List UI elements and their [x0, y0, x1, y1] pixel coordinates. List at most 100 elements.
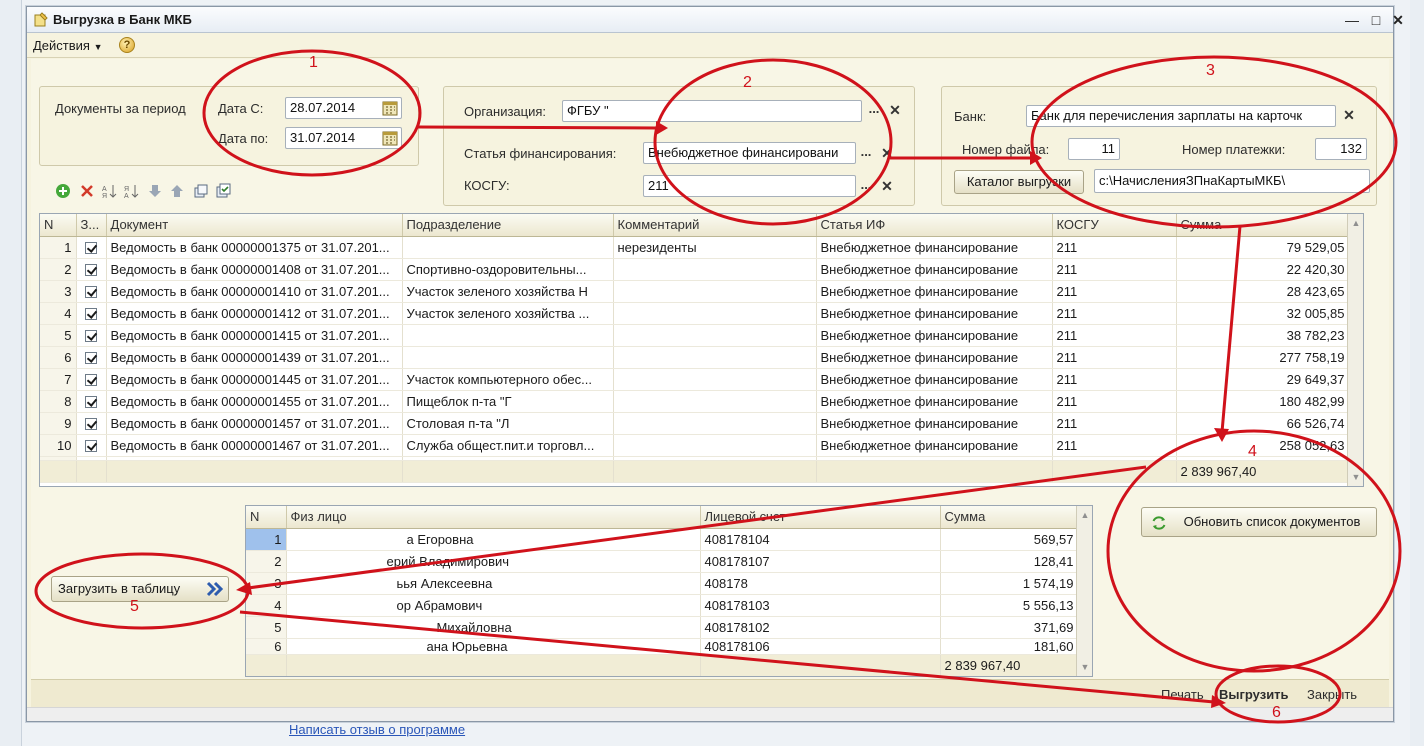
copy-icon[interactable]	[193, 183, 209, 199]
refresh-documents-button[interactable]: Обновить список документов	[1141, 507, 1377, 537]
column-header[interactable]: Документ	[106, 214, 403, 237]
table-row[interactable]: 7 Ведомость в банк 00000001445 от 31.07.2…	[40, 368, 1350, 391]
organization-field[interactable]: ФГБУ "	[562, 100, 862, 122]
scroll-up-icon[interactable]: ▲	[1080, 510, 1090, 520]
row-checkbox[interactable]	[76, 346, 107, 369]
row-number: 6	[246, 638, 287, 655]
maximize-icon[interactable]: □	[1365, 10, 1387, 30]
calendar-icon[interactable]	[381, 99, 399, 117]
documents-scrollbar[interactable]: ▲ ▼	[1347, 214, 1363, 486]
table-row[interactable]: 3 ьья Алексеевна 408178 1 574,19	[246, 572, 1079, 595]
column-header[interactable]: Комментарий	[613, 214, 817, 237]
checkbox-checked-icon[interactable]	[85, 264, 97, 277]
export-button[interactable]: Выгрузить	[1219, 687, 1289, 702]
column-header[interactable]: N	[246, 506, 287, 529]
row-checkbox[interactable]	[76, 324, 107, 347]
row-checkbox[interactable]	[76, 280, 107, 303]
column-header[interactable]: N	[40, 214, 77, 237]
column-header[interactable]: Физ лицо	[286, 506, 701, 529]
bank-field[interactable]: Банк для перечисления зарплаты на карточ…	[1026, 105, 1336, 127]
checkbox-checked-icon[interactable]	[85, 374, 97, 387]
row-checkbox[interactable]	[76, 236, 107, 259]
payment-number-field[interactable]: 132	[1315, 138, 1367, 160]
scroll-down-icon[interactable]: ▼	[1351, 472, 1361, 482]
financing-cell: Внебюджетное финансирование	[816, 390, 1053, 413]
persons-scrollbar[interactable]: ▲ ▼	[1076, 506, 1092, 676]
kosgu-field[interactable]: 211	[643, 175, 856, 197]
table-row[interactable]: 5 Михайловна 408178102 371,69	[246, 616, 1079, 639]
bank-clear-button[interactable]: ✕	[1340, 105, 1358, 125]
column-header[interactable]: Подразделение	[402, 214, 614, 237]
sort-descending-icon[interactable]: ЯA	[123, 183, 139, 199]
checkbox-checked-icon[interactable]	[85, 440, 97, 453]
sort-ascending-icon[interactable]: AЯ	[101, 183, 117, 199]
column-header[interactable]: Лицевой счет	[700, 506, 941, 529]
add-icon[interactable]	[55, 183, 71, 199]
checkbox-checked-icon[interactable]	[85, 286, 97, 299]
sum-cell: 180 482,99	[1176, 390, 1350, 413]
scroll-down-icon[interactable]: ▼	[1080, 662, 1090, 672]
minimize-icon[interactable]: —	[1341, 10, 1363, 30]
close-button[interactable]: Закрыть	[1307, 687, 1357, 702]
person-name-cell: ана Юрьевна	[286, 638, 701, 655]
row-checkbox[interactable]	[76, 412, 107, 435]
checkbox-checked-icon[interactable]	[85, 352, 97, 365]
date-from-field[interactable]: 28.07.2014	[285, 97, 402, 119]
column-header[interactable]: Сумма	[1176, 214, 1350, 237]
table-row[interactable]: 1 Ведомость в банк 00000001375 от 31.07.2…	[40, 236, 1350, 259]
financing-cell: Внебюджетное финансирование	[816, 236, 1053, 259]
table-row[interactable]: 4 ор Абрамович 408178103 5 556,13	[246, 594, 1079, 617]
row-checkbox[interactable]	[76, 368, 107, 391]
horizontal-scrollbar[interactable]	[27, 707, 1393, 721]
table-row[interactable]: 2 ерий Владимирович 408178107 128,41	[246, 550, 1079, 573]
financing-field[interactable]: Внебюджетное финансировани	[643, 142, 856, 164]
row-checkbox[interactable]	[76, 302, 107, 325]
table-row[interactable]: 8 Ведомость в банк 00000001455 от 31.07.2…	[40, 390, 1350, 413]
print-button[interactable]: Печать	[1161, 687, 1204, 702]
file-number-field[interactable]: 11	[1068, 138, 1120, 160]
date-to-field[interactable]: 31.07.2014	[285, 127, 402, 149]
move-up-icon[interactable]	[169, 183, 185, 199]
column-header[interactable]: З...	[76, 214, 107, 237]
checkbox-checked-icon[interactable]	[85, 396, 97, 409]
kosgu-select-button[interactable]: ...	[856, 177, 876, 197]
check-all-icon[interactable]	[215, 183, 231, 199]
kosgu-clear-button[interactable]: ✕	[878, 176, 896, 196]
move-down-icon[interactable]	[147, 183, 163, 199]
table-row[interactable]: 10 Ведомость в банк 00000001467 от 31.07.…	[40, 434, 1350, 457]
delete-icon[interactable]	[79, 183, 95, 199]
table-row[interactable]: 4 Ведомость в банк 00000001412 от 31.07.2…	[40, 302, 1350, 325]
feedback-link[interactable]: Написать отзыв о программе	[289, 722, 465, 737]
organization-select-button[interactable]: ...	[864, 101, 884, 121]
checkbox-checked-icon[interactable]	[85, 418, 97, 431]
table-row[interactable]: 9 Ведомость в банк 00000001457 от 31.07.2…	[40, 412, 1350, 435]
table-row[interactable]: 6 ана Юрьевна 408178106 181,60	[246, 638, 1079, 655]
actions-menu[interactable]: Действия ▼	[33, 38, 103, 53]
financing-select-button[interactable]: ...	[856, 144, 876, 164]
checkbox-checked-icon[interactable]	[85, 242, 97, 255]
row-checkbox[interactable]	[76, 258, 107, 281]
table-row[interactable]: 3 Ведомость в банк 00000001410 от 31.07.2…	[40, 280, 1350, 303]
column-header[interactable]: Сумма	[940, 506, 1079, 529]
catalog-path-field[interactable]: c:\НачисленияЗПнаКартыМКБ\	[1094, 169, 1370, 193]
background-left-panel	[0, 0, 22, 746]
checkbox-checked-icon[interactable]	[85, 330, 97, 343]
row-checkbox[interactable]	[76, 434, 107, 457]
table-row[interactable]: 2 Ведомость в банк 00000001408 от 31.07.2…	[40, 258, 1350, 281]
close-icon[interactable]: ✕	[1387, 10, 1409, 30]
scroll-up-icon[interactable]: ▲	[1351, 218, 1361, 228]
column-header[interactable]: КОСГУ	[1052, 214, 1177, 237]
table-row[interactable]: 5 Ведомость в банк 00000001415 от 31.07.2…	[40, 324, 1350, 347]
load-into-table-button[interactable]: Загрузить в таблицу	[51, 576, 229, 602]
catalog-button[interactable]: Каталог выгрузки	[954, 170, 1084, 194]
checkbox-checked-icon[interactable]	[85, 308, 97, 321]
financing-clear-button[interactable]: ✕	[878, 143, 896, 163]
calendar-icon[interactable]	[381, 129, 399, 147]
comment-cell	[613, 390, 817, 413]
row-checkbox[interactable]	[76, 390, 107, 413]
help-icon[interactable]: ?	[119, 37, 135, 53]
organization-clear-button[interactable]: ✕	[886, 100, 904, 120]
table-row[interactable]: 1а Егоровна 408178104 569,57	[246, 528, 1079, 551]
table-row[interactable]: 6 Ведомость в банк 00000001439 от 31.07.2…	[40, 346, 1350, 369]
column-header[interactable]: Статья ИФ	[816, 214, 1053, 237]
